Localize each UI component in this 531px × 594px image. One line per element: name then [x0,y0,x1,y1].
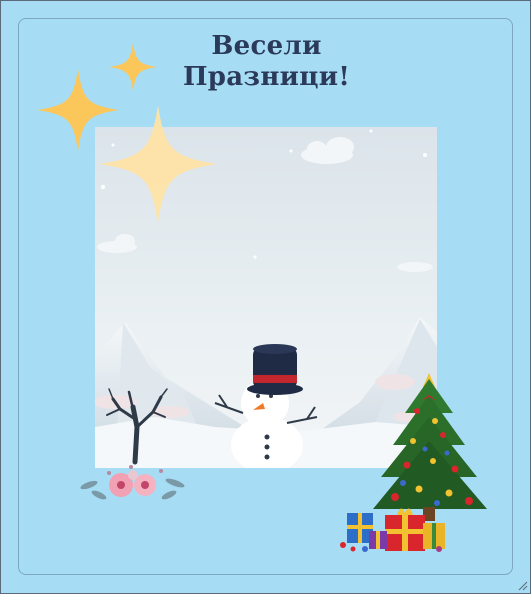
greeting-line-1: Весели [211,31,322,61]
small-star-icon [109,43,157,91]
gift-boxes-icon [340,508,445,552]
resize-grip-icon[interactable] [518,581,528,591]
faint-star-icon [99,105,217,223]
flower-bouquet-icon [80,465,185,500]
greeting-card-page: Весели Празници! [0,0,531,594]
